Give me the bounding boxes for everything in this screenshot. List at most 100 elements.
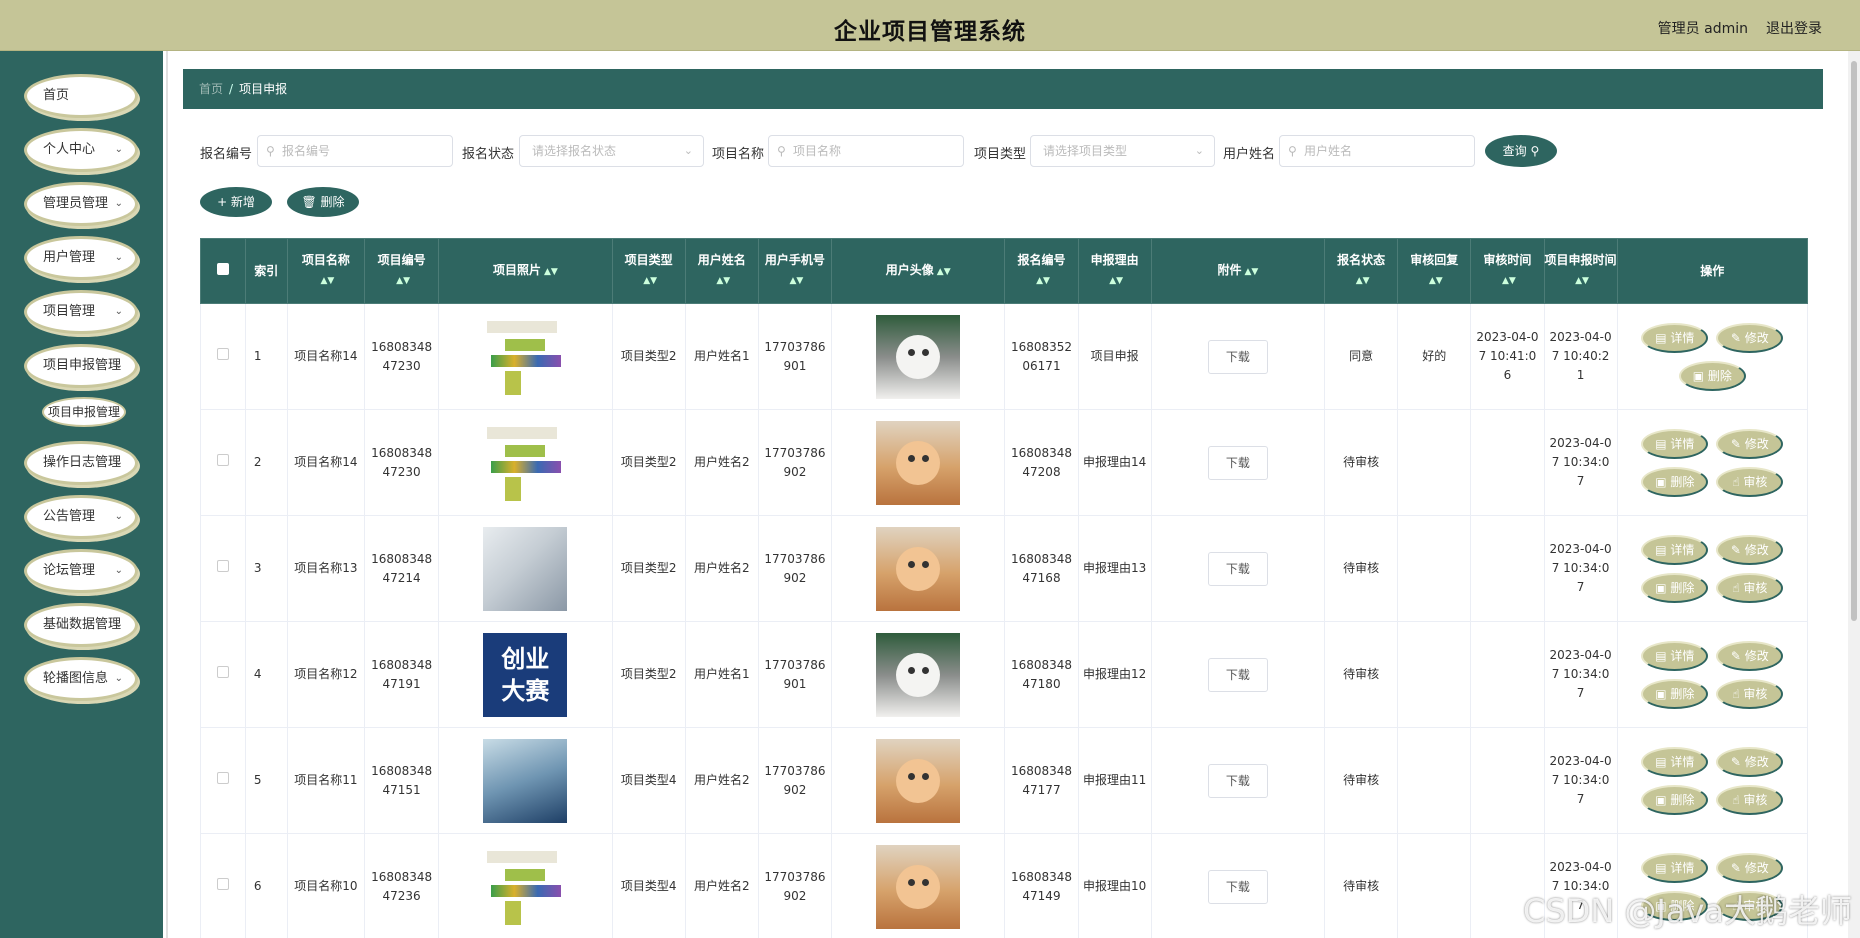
detail-button[interactable]: ▤ 详情 bbox=[1641, 852, 1709, 883]
sidebar-item-label: 首页 bbox=[43, 88, 70, 103]
row-checkbox[interactable] bbox=[200, 727, 246, 834]
sidebar-item-notices[interactable]: 公告管理 ⌄ bbox=[24, 495, 138, 539]
sidebar-item-logs[interactable]: 操作日志管理 ⌄ bbox=[24, 441, 138, 485]
cell-status: 待审核 bbox=[1324, 833, 1399, 938]
col-reason[interactable]: 申报理由 ▲▼ bbox=[1077, 238, 1152, 304]
edit-button[interactable]: ✎ 修改 bbox=[1716, 322, 1784, 353]
edit-button[interactable]: ✎ 修改 bbox=[1716, 746, 1784, 777]
review-button[interactable]: ☝ 审核 bbox=[1716, 466, 1784, 497]
sidebar-item-basedata[interactable]: 基础数据管理 ⌄ bbox=[24, 603, 138, 647]
project-photo bbox=[483, 526, 568, 611]
review-button[interactable]: ☝ 审核 bbox=[1716, 678, 1784, 709]
delete-selected-button[interactable]: 🗑 删除 bbox=[287, 187, 359, 217]
download-button[interactable]: 下载 bbox=[1207, 551, 1268, 586]
row-checkbox[interactable] bbox=[200, 409, 246, 516]
download-button[interactable]: 下载 bbox=[1207, 657, 1268, 692]
col-status[interactable]: 报名状态 ▲▼ bbox=[1324, 238, 1399, 304]
cell-project-name: 项目名称14 bbox=[286, 409, 366, 516]
col-user-avatar[interactable]: 用户头像 ▲▼ bbox=[830, 238, 1006, 304]
col-project-type[interactable]: 项目类型 ▲▼ bbox=[611, 238, 686, 304]
sidebar-item-admins[interactable]: 管理员管理 ⌄ bbox=[24, 182, 138, 226]
col-signup-no[interactable]: 报名编号 ▲▼ bbox=[1004, 238, 1079, 304]
document-icon: ▤ bbox=[1655, 542, 1667, 557]
project-photo bbox=[483, 738, 568, 823]
col-review-time[interactable]: 审核时间 ▲▼ bbox=[1470, 238, 1545, 304]
row-checkbox[interactable] bbox=[200, 833, 246, 938]
delete-button[interactable]: ▣ 删除 bbox=[1641, 466, 1709, 497]
col-reply[interactable]: 审核回复 ▲▼ bbox=[1397, 238, 1472, 304]
query-button[interactable]: 查询 ⚲ bbox=[1485, 135, 1557, 167]
detail-button[interactable]: ▤ 详情 bbox=[1641, 322, 1709, 353]
download-button[interactable]: 下载 bbox=[1207, 763, 1268, 798]
sidebar-item-applications[interactable]: 项目申报管理 ⌄ bbox=[24, 344, 138, 388]
delete-button[interactable]: ▣ 删除 bbox=[1641, 784, 1709, 815]
breadcrumb-home[interactable]: 首页 bbox=[199, 82, 223, 96]
delete-button[interactable]: ▣ 删除 bbox=[1641, 678, 1709, 709]
col-project-code[interactable]: 项目编号 ▲▼ bbox=[364, 238, 440, 304]
cell-project-type: 项目类型4 bbox=[611, 833, 686, 938]
sidebar-item-forum[interactable]: 论坛管理 ⌄ bbox=[24, 549, 138, 593]
table-row: 4 项目名称12 1680834847191 创业 大赛 项目类型2 用户姓名1 177037… bbox=[200, 621, 1808, 728]
add-button[interactable]: + 新增 bbox=[200, 187, 272, 217]
col-project-photo[interactable]: 项目照片 ▲▼ bbox=[438, 238, 613, 304]
logout-link[interactable]: 退出登录 bbox=[1766, 18, 1822, 38]
col-apply-time[interactable]: 项目申报时间▲▼ bbox=[1543, 238, 1618, 304]
project-type-select[interactable]: 请选择项目类型 ⌄ bbox=[1030, 135, 1215, 167]
cell-project-name: 项目名称11 bbox=[286, 727, 366, 834]
cell-project-code: 1680834847191 bbox=[364, 621, 440, 728]
cell-user-phone: 17703786901 bbox=[757, 621, 833, 728]
pencil-icon: ✎ bbox=[1730, 542, 1741, 557]
detail-button[interactable]: ▤ 详情 bbox=[1641, 640, 1709, 671]
delete-button[interactable]: ▣ 删除 bbox=[1678, 360, 1746, 391]
cell-signup-no: 1680834847168 bbox=[1004, 515, 1079, 622]
row-checkbox[interactable] bbox=[200, 515, 246, 622]
trash-icon: 🗑 bbox=[301, 195, 317, 209]
sidebar-subitem-applications[interactable]: 项目申报管理 bbox=[42, 397, 126, 427]
sidebar-item-carousel[interactable]: 轮播图信息 ⌄ bbox=[24, 657, 138, 701]
cell-index: 3 bbox=[244, 515, 288, 622]
row-checkbox[interactable] bbox=[200, 303, 246, 410]
cell-actions: ▤ 详情 ✎ 修改 ▣ 删除 ☝ 审核 bbox=[1616, 515, 1808, 622]
col-user-name[interactable]: 用户姓名 ▲▼ bbox=[684, 238, 759, 304]
document-icon: ▤ bbox=[1655, 754, 1667, 769]
edit-button[interactable]: ✎ 修改 bbox=[1716, 852, 1784, 883]
cell-user-phone: 17703786902 bbox=[757, 409, 833, 516]
sort-icon: ▲▼ bbox=[1502, 276, 1516, 286]
status-select[interactable]: 请选择报名状态 ⌄ bbox=[519, 135, 704, 167]
download-button[interactable]: 下载 bbox=[1207, 869, 1268, 904]
detail-button[interactable]: ▤ 详情 bbox=[1641, 746, 1709, 777]
edit-button[interactable]: ✎ 修改 bbox=[1716, 534, 1784, 565]
signup-no-input[interactable]: ⚲ 报名编号 bbox=[257, 135, 453, 167]
edit-button[interactable]: ✎ 修改 bbox=[1716, 640, 1784, 671]
project-photo bbox=[483, 314, 568, 399]
cell-user-avatar bbox=[830, 409, 1006, 516]
user-avatar bbox=[876, 420, 961, 505]
signup-no-placeholder: 报名编号 bbox=[282, 144, 331, 158]
row-checkbox[interactable] bbox=[200, 621, 246, 728]
detail-button[interactable]: ▤ 详情 bbox=[1641, 534, 1709, 565]
cell-reason: 申报理由10 bbox=[1077, 833, 1152, 938]
review-button[interactable]: ☝ 审核 bbox=[1716, 572, 1784, 603]
col-user-phone[interactable]: 用户手机号▲▼ bbox=[757, 238, 833, 304]
col-project-name[interactable]: 项目名称 ▲▼ bbox=[286, 238, 366, 304]
sidebar-item-users[interactable]: 用户管理 ⌄ bbox=[24, 236, 138, 280]
user-avatar bbox=[876, 632, 961, 717]
sidebar-item-projects[interactable]: 项目管理 ⌄ bbox=[24, 290, 138, 334]
cell-apply-time: 2023-04-07 10:34:07 bbox=[1543, 621, 1618, 728]
cell-status: 待审核 bbox=[1324, 727, 1399, 834]
download-button[interactable]: 下载 bbox=[1207, 445, 1268, 480]
review-button[interactable]: ☝ 审核 bbox=[1716, 784, 1784, 815]
user-name-input[interactable]: ⚲ 用户姓名 bbox=[1279, 135, 1475, 167]
project-name-input[interactable]: ⚲ 项目名称 bbox=[768, 135, 964, 167]
edit-button[interactable]: ✎ 修改 bbox=[1716, 428, 1784, 459]
sidebar-item-personal[interactable]: 个人中心 ⌄ bbox=[24, 128, 138, 172]
download-button[interactable]: 下载 bbox=[1207, 339, 1268, 374]
select-all-checkbox[interactable] bbox=[200, 238, 246, 304]
cell-user-phone: 17703786902 bbox=[757, 833, 833, 938]
delete-button[interactable]: ▣ 删除 bbox=[1641, 572, 1709, 603]
sidebar-item-home[interactable]: 首页 bbox=[24, 74, 138, 118]
col-attachment[interactable]: 附件 ▲▼ bbox=[1150, 238, 1326, 304]
sort-icon: ▲▼ bbox=[789, 276, 804, 286]
detail-button[interactable]: ▤ 详情 bbox=[1641, 428, 1709, 459]
scrollbar[interactable] bbox=[1848, 51, 1860, 938]
